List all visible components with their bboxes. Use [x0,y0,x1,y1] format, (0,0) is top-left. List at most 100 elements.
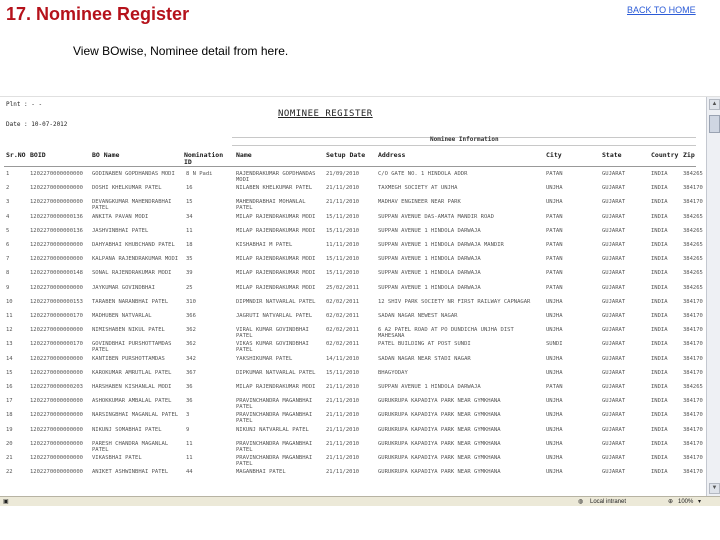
row-nominee-name: MAHENDRABHAI MOHANLAL PATEL [236,199,306,212]
row-srno: 9 [6,284,10,291]
row-srno: 3 [6,199,10,206]
table-row: 11 1202270000000170 MADHUBEN NATVARLAL 366 J… [0,313,706,326]
row-nominee-name: PRAVINCHANDRA MAGANBHAI PATEL [236,412,313,425]
row-boid: 1202270000000170 [30,341,83,348]
row-city: SUNDI [546,341,563,348]
row-address: SUPPAN AVENUE 1 HINDOLA DARWAJA MANDIR [378,242,504,248]
row-nominee-name: JAGRUTI NATVARLAL PATEL [236,313,313,319]
row-setup-date: 02/02/2011 [326,341,360,348]
row-nominee-name: NIKUNJ NATVARLAL PATEL [236,426,309,433]
row-state: GUJARAT [602,298,626,305]
row-nomination-id: 18 [186,242,193,248]
row-setup-date: 02/02/2011 [326,313,360,319]
row-nominee-name: MILAP RAJENDRAKUMAR MODI [236,213,316,220]
table-row: 10 1202270000000153 TARABEN NARANBHAI PATE… [0,299,706,312]
scrollbar-thumb[interactable] [709,115,720,133]
row-nominee-name: VIRAL KUMAR GOVINDBHAI PATEL [236,327,309,340]
row-address: MADHAV ENGINEER NEAR PARK [378,199,461,206]
row-address: 6 A2 PATEL ROAD AT PO DUNDICHA UNJHA DIS… [378,327,514,340]
row-zip: 384170 [683,469,703,476]
back-to-home-link[interactable]: BACK TO HOME [627,5,696,15]
row-nominee-name: NILABEN KHELKUMAR PATEL [236,185,313,192]
row-country: INDIA [651,298,668,305]
row-setup-date: 21/11/2010 [326,384,360,390]
row-bo-name: DEVANGKUMAR MAHENDRABHAI PATEL [92,199,172,212]
table-row: 13 1202270000000170 GOVINDBHAI PURSHOTTAMD… [0,341,706,354]
header-divider [4,166,696,167]
row-zip: 384170 [683,355,703,362]
row-country: INDIA [651,313,668,319]
row-zip: 384170 [683,185,703,192]
row-srno: 6 [6,242,10,248]
row-srno: 13 [6,341,13,348]
row-state: GUJARAT [602,313,626,319]
row-zip: 384170 [683,426,703,433]
row-nomination-id: 11 [186,227,193,234]
row-country: INDIA [651,270,668,277]
row-boid: 1202270000000000 [30,369,83,376]
row-address: BHAGYODAY [378,369,408,376]
row-setup-date: 21/11/2010 [326,469,360,476]
table-row: 4 1202270000000136 ANKITA PAVAN MODI 34 MILA… [0,214,706,227]
row-srno: 19 [6,426,13,433]
row-state: GUJARAT [602,440,626,447]
scroll-down-icon[interactable]: ▼ [709,483,720,494]
row-boid: 1202270000000000 [30,355,83,362]
row-setup-date: 21/11/2010 [326,185,360,192]
row-setup-date: 15/11/2010 [326,227,360,234]
row-nomination-id: 9 [186,426,190,433]
row-city: PATAN [546,227,563,234]
row-srno: 21 [6,455,13,461]
row-nominee-name: MILAP RAJENDRAKUMAR MODI [236,227,316,234]
row-boid: 1202270000000000 [30,185,83,192]
row-country: INDIA [651,199,668,206]
row-bo-name: DOSHI KHELKUMAR PATEL [92,185,162,192]
row-city: UNJHA [546,412,563,419]
row-nomination-id: 367 [186,369,196,376]
row-bo-name: GOVINDBHAI PURSHOTTAMDAS PATEL [92,341,172,354]
row-nomination-id: 25 [186,284,193,291]
row-city: UNJHA [546,426,563,433]
report-title: NOMINEE REGISTER [278,109,373,119]
row-state: GUJARAT [602,355,626,362]
row-state: GUJARAT [602,284,626,291]
row-country: INDIA [651,440,668,447]
row-state: GUJARAT [602,412,626,419]
row-address: SUPPAN AVENUE 1 HINDOLA DARWAJA [378,384,481,390]
row-nominee-name: MILAP RAJENDRAKUMAR MODI [236,384,316,390]
row-srno: 1 [6,171,10,177]
row-nomination-id: 34 [186,213,193,220]
vertical-scrollbar[interactable]: ▲ ▼ [706,97,720,496]
row-address: SUPPAN AVENUE 1 HINDOLA DARWAJA [378,270,481,277]
row-nominee-name: PRAVINCHANDRA MAGANBHAI PATEL [236,398,313,411]
row-setup-date: 21/11/2010 [326,398,360,405]
row-boid: 1202270000000000 [30,398,83,405]
table-row: 7 1202270000000000 KALPANA RAJENDRAKUMAR M… [0,256,706,269]
table-row: 12 1202270000000000 NIMISHABEN NIKUL PATEL… [0,327,706,340]
row-state: GUJARAT [602,171,626,177]
row-address: SUPPAN AVENUE 1 HINDOLA DARWAJA [378,284,481,291]
row-city: PATAN [546,171,563,177]
row-boid: 1202270000000000 [30,440,83,447]
col-header-bo-name: BO Name [92,151,120,159]
row-srno: 10 [6,298,13,305]
row-boid: 1202270000000170 [30,313,83,319]
col-header-setup-date: Setup Date [326,151,366,159]
row-city: PATAN [546,242,563,248]
row-country: INDIA [651,341,668,348]
row-nomination-id: 15 [186,199,193,206]
row-zip: 384170 [683,369,703,376]
row-nomination-id: 36 [186,398,193,405]
row-zip: 384170 [683,313,703,319]
row-boid: 1202270000000000 [30,455,83,461]
row-zip: 384265 [683,171,703,177]
row-city: UNJHA [546,455,563,461]
row-state: GUJARAT [602,270,626,277]
row-boid: 1202270000000000 [30,242,83,248]
scroll-up-icon[interactable]: ▲ [709,99,720,110]
row-zip: 384265 [683,384,703,390]
row-state: GUJARAT [602,398,626,405]
row-state: GUJARAT [602,426,626,433]
row-boid: 1202270000000148 [30,270,83,277]
row-setup-date: 15/11/2010 [326,369,360,376]
